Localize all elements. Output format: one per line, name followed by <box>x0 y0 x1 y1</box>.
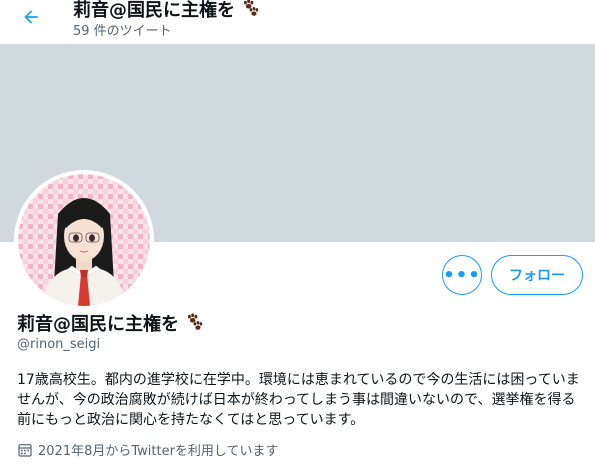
calendar-icon <box>17 442 33 458</box>
more-options-button[interactable]: ••• <box>442 255 482 295</box>
profile-bio: 17歳高校生。都内の進学校に在学中。環境には恵まれているので今の生活には困ってい… <box>17 372 580 428</box>
joined-date: 2021年8月からTwitterを利用しています <box>17 440 279 459</box>
header-display-name-text: 莉音@国民に主権を <box>73 0 235 21</box>
avatar[interactable] <box>14 170 154 310</box>
paw-prints-icon <box>239 0 261 20</box>
joined-date-text: 2021年8月からTwitterを利用しています <box>38 444 279 459</box>
arrow-left-icon <box>24 10 38 24</box>
top-bar: 莉音@国民に主権を 59 件のツイート <box>0 0 595 44</box>
profile-handle: @rinon_seigi <box>17 337 101 352</box>
profile-display-name: 莉音@国民に主権を <box>17 310 205 336</box>
profile-display-name-text: 莉音@国民に主権を <box>17 314 179 335</box>
follow-button[interactable]: フォロー <box>491 255 583 295</box>
tweet-count: 59 件のツイート <box>73 24 172 39</box>
back-button[interactable] <box>14 2 48 32</box>
header-display-name: 莉音@国民に主権を <box>73 0 261 22</box>
more-options-icon: ••• <box>443 264 481 286</box>
paw-prints-icon <box>183 312 205 334</box>
